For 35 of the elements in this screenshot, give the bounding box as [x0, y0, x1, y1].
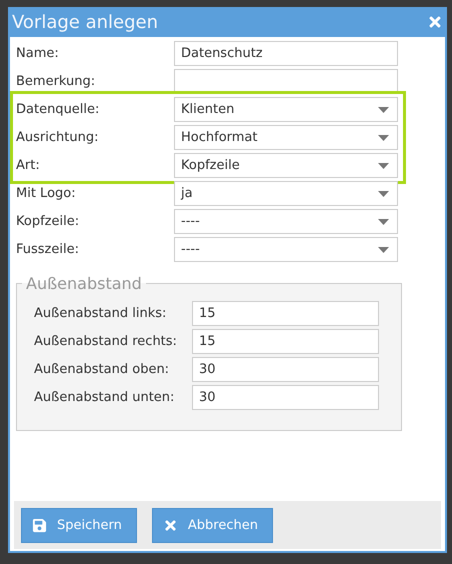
field-label: Außenabstand rechts:	[34, 334, 178, 349]
field-label: Art:	[16, 158, 41, 173]
floppy-icon	[32, 518, 47, 532]
input-field[interactable]: 15	[192, 329, 379, 354]
input-field[interactable]: 30	[192, 385, 379, 410]
field-label: Außenabstand unten:	[34, 390, 176, 405]
dropdown[interactable]: Klienten	[174, 97, 398, 122]
input-field[interactable]: 15	[192, 301, 379, 326]
panel-legend: Außenabstand	[22, 274, 146, 293]
field-label: Name:	[16, 46, 60, 61]
caret-icon	[378, 246, 389, 252]
dropdown[interactable]: Kopfzeile	[174, 153, 398, 178]
field-label: Außenabstand oben:	[34, 362, 170, 377]
caret-icon	[378, 134, 389, 140]
field-label: Fusszeile:	[16, 242, 80, 257]
dialog-title: Vorlage anlegen	[12, 12, 158, 32]
close-icon	[162, 518, 178, 532]
input-field[interactable]: 30	[192, 357, 379, 382]
field-label: Datenquelle:	[16, 102, 100, 117]
dropdown[interactable]: ----	[174, 237, 398, 262]
caret-icon	[378, 190, 389, 196]
caret-icon	[378, 162, 389, 168]
caret-icon	[378, 218, 389, 224]
field-label: Kopfzeile:	[16, 214, 80, 229]
close-button[interactable]	[427, 14, 443, 30]
field-label: Außenabstand links:	[34, 306, 168, 321]
field-label: Ausrichtung:	[16, 130, 100, 145]
field-label: Bemerkung:	[16, 74, 96, 89]
input-field[interactable]: Datenschutz	[174, 41, 398, 66]
dropdown[interactable]: ja	[174, 181, 398, 206]
field-label: Mit Logo:	[16, 186, 77, 201]
caret-icon	[378, 106, 389, 112]
input-field[interactable]	[174, 69, 398, 94]
dropdown[interactable]: ----	[174, 209, 398, 234]
dropdown[interactable]: Hochformat	[174, 125, 398, 150]
